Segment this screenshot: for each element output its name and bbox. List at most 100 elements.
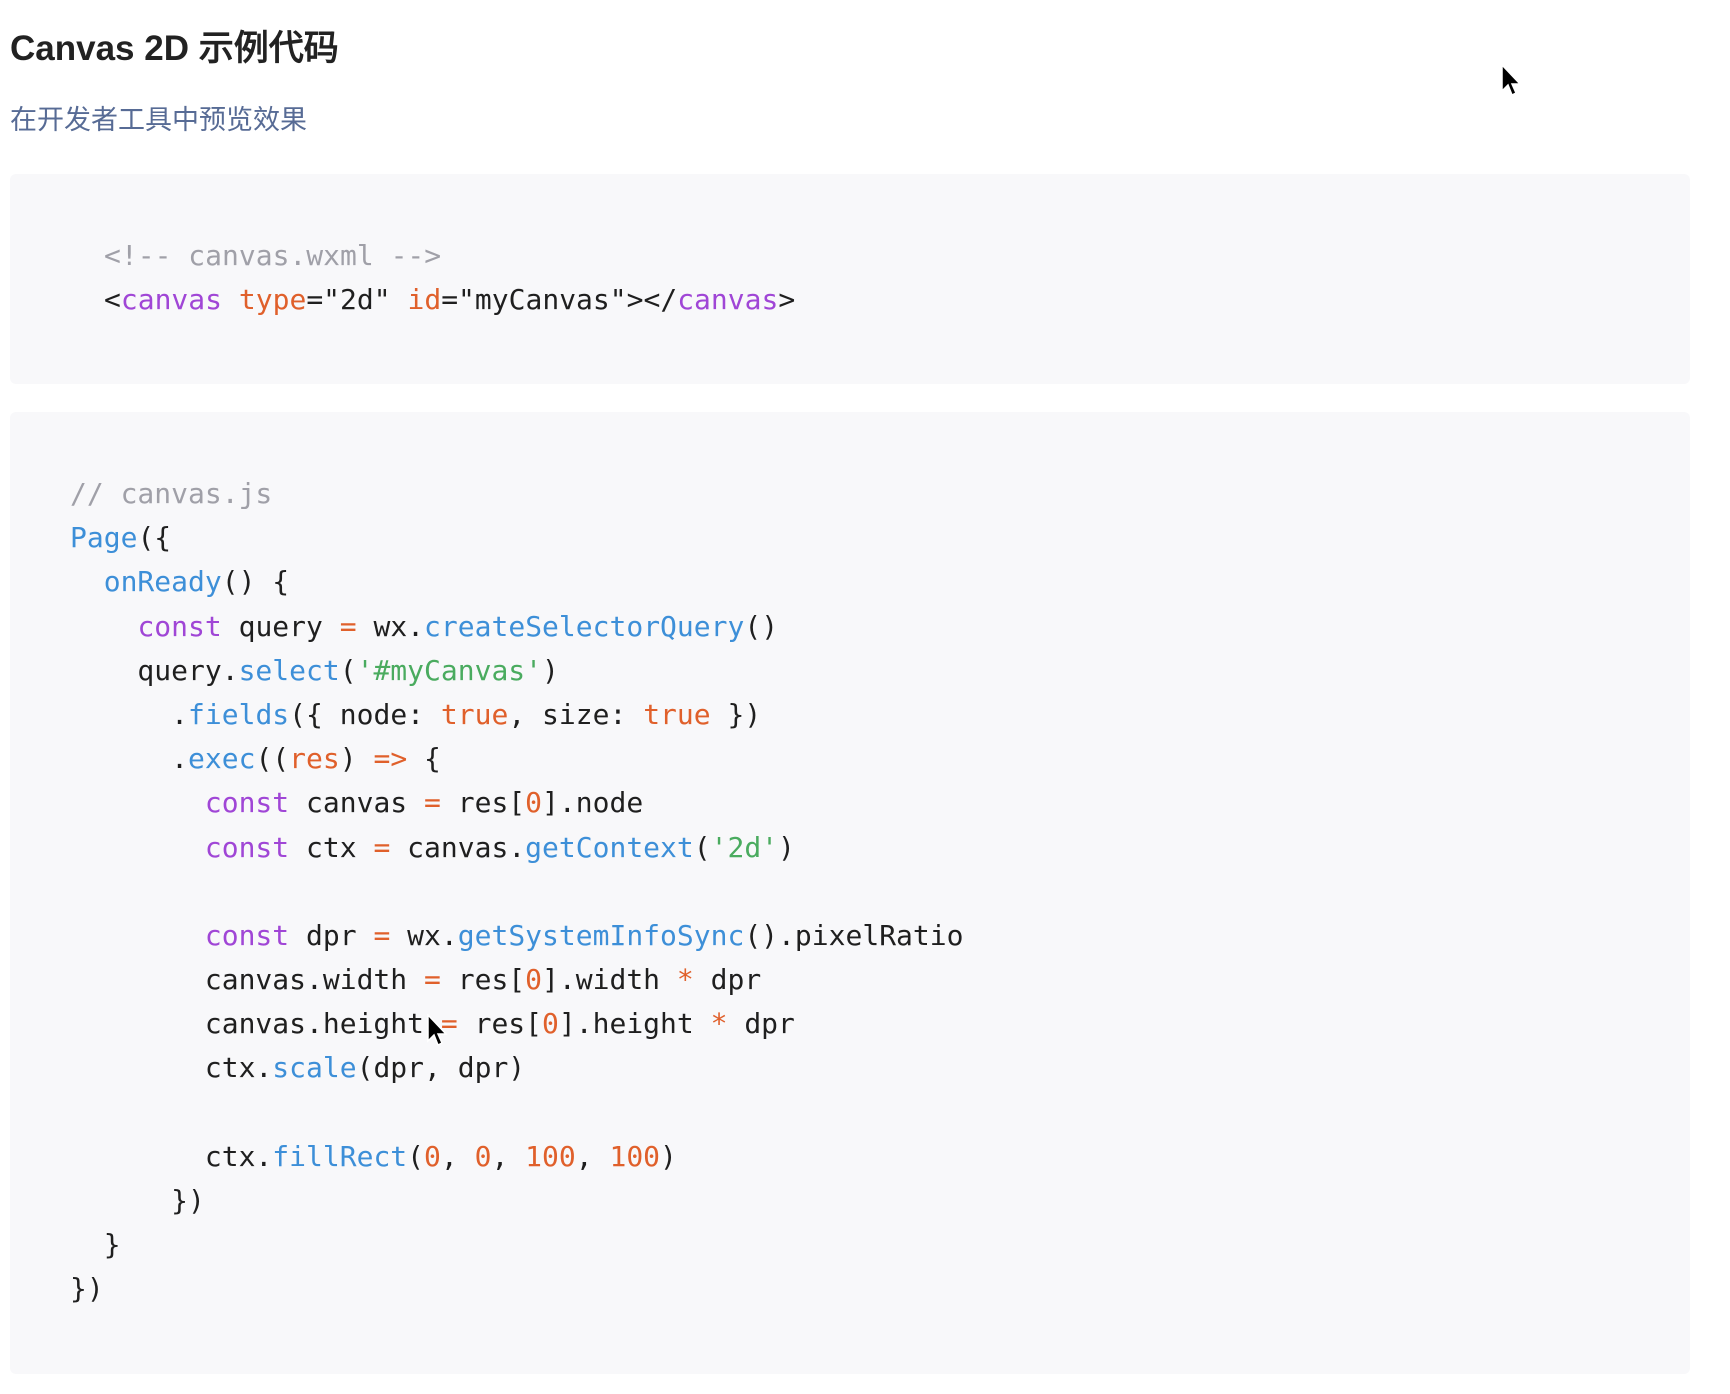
code-token: wx. xyxy=(390,918,458,952)
code-token: } xyxy=(70,1228,121,1262)
code-token: ctx. xyxy=(70,1051,273,1085)
code-line: // canvas.js xyxy=(70,472,1690,516)
code-line: ctx.fillRect(0, 0, 100, 100) xyxy=(70,1135,1690,1179)
code-token: dpr xyxy=(289,918,374,952)
code-token: ctx xyxy=(289,830,374,864)
page-title: Canvas 2D 示例代码 xyxy=(10,29,339,68)
code-token: ) xyxy=(542,653,559,687)
code-token: = xyxy=(424,786,441,820)
code-token: < xyxy=(104,283,121,317)
code-block-wxml: <!-- canvas.wxml --> <canvas type="2d" id… xyxy=(10,174,1690,384)
code-token: ].node xyxy=(542,786,644,820)
code-token: ({ node: xyxy=(289,697,441,731)
code-line: const query = wx.createSelectorQuery() xyxy=(70,605,1690,649)
preview-in-devtools-link[interactable]: 在开发者工具中预览效果 xyxy=(10,104,307,136)
code-token: (( xyxy=(255,742,290,776)
code-token: = xyxy=(424,963,441,997)
mouse-pointer-icon xyxy=(1501,64,1522,97)
code-token: canvas xyxy=(289,786,425,820)
code-token: }) xyxy=(70,1184,205,1217)
code-line: .exec((res) => { xyxy=(70,737,1690,781)
code-token: 0 xyxy=(525,786,543,820)
code-token: fields xyxy=(188,697,290,731)
code-line: const ctx = canvas.getContext('2d') xyxy=(70,826,1690,870)
code-line: }) xyxy=(70,1179,1690,1223)
code-token: canvas xyxy=(120,283,223,317)
code-token: ( xyxy=(407,1139,425,1173)
code-token: '2d' xyxy=(710,830,779,864)
code-token: query. xyxy=(70,653,239,687)
code-token: * xyxy=(710,1007,728,1041)
code-token: <!-- canvas.wxml --> xyxy=(104,239,442,272)
code-token: res[ xyxy=(440,963,526,997)
code-token: ({ xyxy=(137,521,172,555)
code-token: fillRect xyxy=(272,1139,408,1173)
code-token: 100 xyxy=(609,1139,661,1173)
code-token: ) xyxy=(778,830,795,864)
code-line: canvas.width = res[0].width * dpr xyxy=(70,958,1690,1002)
code-token: createSelectorQuery xyxy=(424,609,745,643)
code-line: ctx.scale(dpr, dpr) xyxy=(70,1046,1690,1090)
code-token: => xyxy=(373,742,408,776)
code-token: ( xyxy=(339,653,357,687)
code-token: canvas.width xyxy=(70,963,425,997)
code-content-js: // canvas.js Page({ onReady() { const que… xyxy=(70,472,1690,1312)
code-token: ="2d" xyxy=(306,283,408,317)
code-token: ].height xyxy=(558,1007,711,1041)
code-content-wxml: <!-- canvas.wxml --> <canvas type="2d" id… xyxy=(104,234,1690,322)
code-block-js: // canvas.js Page({ onReady() { const que… xyxy=(10,412,1690,1374)
code-token: type xyxy=(238,283,307,317)
code-token: , size: xyxy=(508,697,644,731)
code-token: exec xyxy=(188,742,256,776)
code-line: Page({ xyxy=(70,516,1690,560)
code-token: ) xyxy=(339,742,374,776)
code-token: const xyxy=(137,609,222,643)
code-token: ="myCanvas"></ xyxy=(441,283,678,317)
code-token: res xyxy=(289,742,340,776)
code-token: ().pixelRatio xyxy=(744,918,964,952)
code-token: true xyxy=(643,697,711,731)
code-token: query xyxy=(221,609,340,643)
code-token: const xyxy=(204,918,290,952)
code-token: , xyxy=(491,1139,526,1173)
code-line: const dpr = wx.getSystemInfoSync().pixel… xyxy=(70,914,1690,958)
code-token: id xyxy=(407,283,442,317)
code-token: * xyxy=(676,963,694,997)
code-token: Page xyxy=(70,521,138,555)
code-token: '#myCanvas' xyxy=(356,653,543,687)
code-token: res[ xyxy=(457,1007,543,1041)
code-line: query.select('#myCanvas') xyxy=(70,649,1690,693)
code-token: // canvas.js xyxy=(70,477,273,510)
code-token: ].width xyxy=(542,963,677,997)
code-line: const canvas = res[0].node xyxy=(70,781,1690,825)
code-token: , xyxy=(440,1139,475,1173)
code-token: const xyxy=(204,786,290,820)
code-token: = xyxy=(373,918,391,952)
code-token: select xyxy=(238,653,340,687)
code-line: onReady() { xyxy=(70,560,1690,604)
code-token: getSystemInfoSync xyxy=(457,918,745,952)
code-token: canvas. xyxy=(390,830,526,864)
code-line: } xyxy=(70,1223,1690,1267)
code-token: (dpr, dpr) xyxy=(356,1051,526,1085)
code-token: onReady xyxy=(103,565,222,599)
code-token: { xyxy=(407,742,441,776)
code-token: getContext xyxy=(525,830,694,864)
code-token: }) xyxy=(70,1272,104,1306)
code-token: . xyxy=(70,742,189,776)
mouse-pointer-icon xyxy=(427,1014,448,1047)
code-token: dpr xyxy=(693,963,762,997)
code-token: , xyxy=(575,1139,610,1173)
code-token: res[ xyxy=(440,786,526,820)
code-line: canvas.height = res[0].height * dpr xyxy=(70,1002,1690,1046)
code-token: canvas.height xyxy=(70,1007,441,1041)
code-token: = xyxy=(339,609,357,643)
code-token: > xyxy=(778,283,796,317)
code-token: const xyxy=(204,830,290,864)
